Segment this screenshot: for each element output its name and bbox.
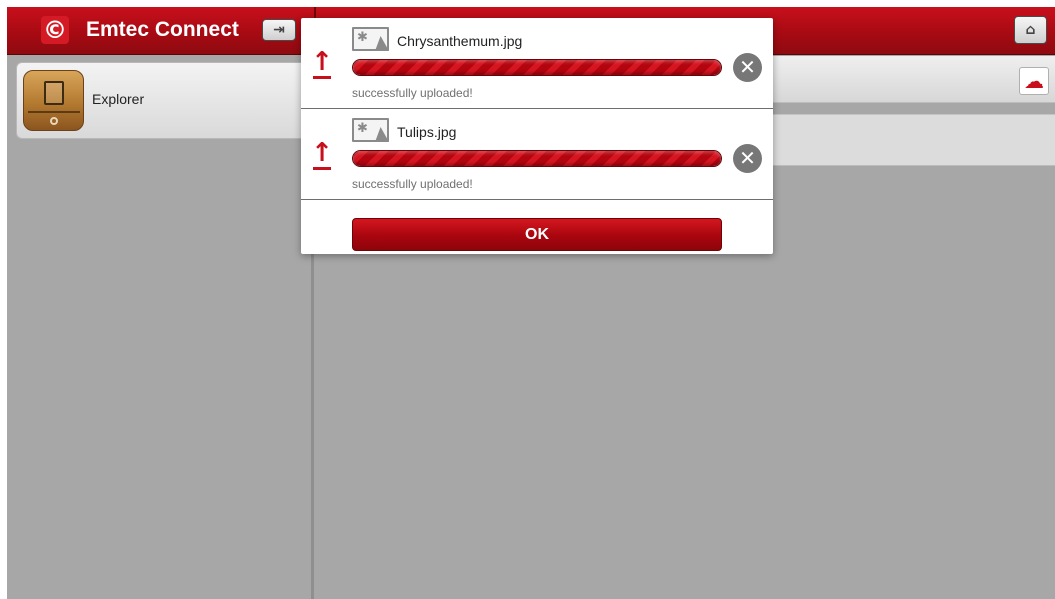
progress-fill bbox=[353, 60, 721, 75]
upload-row: ↑ ✱ Chrysanthemum.jpg ✕ successfully upl… bbox=[301, 18, 773, 109]
upload-row: ↑ ✱ Tulips.jpg ✕ successfully uploaded! bbox=[301, 109, 773, 200]
cloud-upload-icon: ☁ bbox=[1024, 69, 1044, 93]
emtec-logo-icon: © bbox=[41, 16, 69, 44]
drawer-knob bbox=[50, 117, 58, 125]
progress-fill bbox=[353, 151, 721, 166]
sidebar-item-explorer[interactable]: Explorer bbox=[16, 62, 312, 139]
cloud-upload-button[interactable]: ☁ bbox=[1019, 67, 1049, 95]
upload-arrow-icon: ↑ bbox=[311, 138, 333, 170]
image-file-icon: ✱ bbox=[352, 27, 389, 51]
home-button[interactable]: ⌂ bbox=[1014, 16, 1047, 44]
close-icon: ✕ bbox=[739, 146, 756, 170]
home-icon: ⌂ bbox=[1025, 22, 1036, 38]
ok-button[interactable]: OK bbox=[352, 218, 722, 251]
image-file-icon: ✱ bbox=[352, 118, 389, 142]
sidebar-item-label: Explorer bbox=[92, 91, 145, 107]
app-window: © Emtec Connect ⇥ ⌂ Explorer ☁ ↑ ✱ Chrys… bbox=[7, 7, 1055, 599]
logout-button[interactable]: ⇥ bbox=[262, 19, 296, 41]
cancel-upload-button[interactable]: ✕ bbox=[733, 53, 762, 82]
upload-dialog: ↑ ✱ Chrysanthemum.jpg ✕ successfully upl… bbox=[301, 18, 773, 254]
drawer-slot bbox=[28, 111, 80, 113]
upload-progress-bar bbox=[352, 150, 722, 167]
upload-progress-bar bbox=[352, 59, 722, 76]
file-name: Chrysanthemum.jpg bbox=[397, 33, 523, 49]
upload-arrow-icon: ↑ bbox=[311, 47, 333, 79]
file-name: Tulips.jpg bbox=[397, 124, 457, 140]
close-icon: ✕ bbox=[739, 55, 756, 79]
document-icon bbox=[44, 81, 64, 105]
cancel-upload-button[interactable]: ✕ bbox=[733, 144, 762, 173]
logout-icon: ⇥ bbox=[273, 22, 285, 38]
sidebar: Explorer bbox=[7, 56, 314, 599]
app-title: Emtec Connect bbox=[86, 18, 239, 41]
upload-status: successfully uploaded! bbox=[352, 86, 473, 100]
explorer-drawer-icon bbox=[23, 70, 84, 131]
upload-status: successfully uploaded! bbox=[352, 177, 473, 191]
